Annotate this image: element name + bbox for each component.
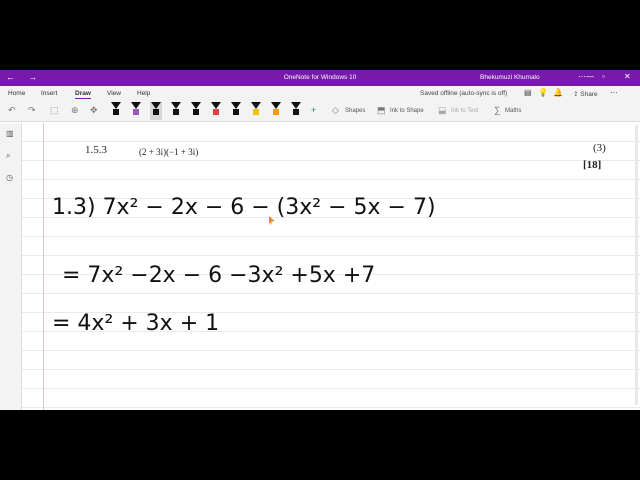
ink-line-2: = 7x² −2x − 6 −3x² +5x +7 — [62, 263, 376, 288]
highlighter-yellow[interactable] — [250, 102, 262, 120]
pen-color-swatch — [153, 109, 159, 115]
redo-icon[interactable]: ↷ — [28, 105, 36, 115]
onenote-window: ← → OneNote for Windows 10 Bhekumuzi Khu… — [0, 70, 640, 410]
note-page[interactable]: 1.5.3 (2 + 3i)(−1 + 3i) (3) [18] 1.3) 7x… — [22, 123, 640, 410]
navigation-sidebar: ▥ ⌕ ◷ — [0, 123, 22, 410]
lightbulb-icon[interactable]: 💡 — [538, 88, 548, 97]
shapes-icon[interactable]: ◇ — [332, 105, 339, 115]
margin-line — [43, 123, 44, 410]
pan-icon[interactable]: ✥ — [90, 105, 98, 115]
maths-icon[interactable]: ∑ — [494, 105, 500, 115]
add-space-icon[interactable]: ⊕ — [71, 105, 79, 115]
pen-color-swatch — [273, 109, 279, 115]
pen-red[interactable] — [210, 102, 222, 120]
total-marks: [18] — [583, 159, 602, 171]
pen-black-3[interactable] — [190, 102, 202, 120]
pen-black-2[interactable] — [170, 102, 182, 120]
pen-color-swatch — [173, 109, 179, 115]
marks-label: (3) — [593, 142, 606, 154]
pen-black-selected[interactable] — [150, 102, 162, 120]
pen-color-swatch — [133, 109, 139, 115]
ink-to-shape-label[interactable]: Ink to Shape — [390, 108, 424, 114]
save-status: Saved offline (auto-sync is off) — [420, 90, 508, 97]
pen-black[interactable] — [110, 102, 122, 120]
menu-insert[interactable]: Insert — [41, 90, 57, 97]
ink-to-text-label: Ink to Text — [451, 108, 479, 114]
notebooks-icon[interactable]: ▥ — [6, 129, 14, 138]
draw-toolbar: ↶ ↷ ⬚ ⊕ ✥ + ◇ Shapes ⬒ Ink to Shape ⬓ In… — [0, 100, 640, 122]
lasso-select-icon[interactable]: ⬚ — [50, 105, 59, 115]
menu-bar: Home Insert Draw View Help Saved offline… — [0, 86, 640, 100]
pen-purple[interactable] — [130, 102, 142, 120]
pen-color-swatch — [253, 109, 259, 115]
ink-to-text-icon: ⬓ — [438, 105, 447, 115]
ink-to-shape-icon[interactable]: ⬒ — [377, 105, 386, 115]
minimize-icon[interactable]: — — [586, 72, 594, 82]
pen-color-swatch — [233, 109, 239, 115]
ink-line-1: 1.3) 7x² − 2x − 6 − (3x² − 5x − 7) — [52, 195, 436, 220]
notebook-icon[interactable]: ▤ — [524, 88, 532, 97]
add-pen-icon[interactable]: + — [311, 105, 316, 115]
highlighter-orange[interactable] — [270, 102, 282, 120]
title-bar: ← → OneNote for Windows 10 Bhekumuzi Khu… — [0, 70, 640, 86]
question-number: 1.5.3 — [85, 144, 107, 156]
share-label: Share — [580, 91, 598, 98]
pen-color-swatch — [193, 109, 199, 115]
menu-draw[interactable]: Draw — [75, 90, 91, 99]
window-title: OneNote for Windows 10 — [283, 74, 357, 81]
user-name[interactable]: Bhekumuzi Khumalo — [480, 74, 540, 81]
menu-home[interactable]: Home — [8, 90, 25, 97]
close-icon[interactable]: ✕ — [624, 72, 631, 82]
pen-black-5[interactable] — [290, 102, 302, 120]
pen-color-swatch — [113, 109, 119, 115]
shapes-label[interactable]: Shapes — [345, 108, 365, 114]
pen-black-4[interactable] — [230, 102, 242, 120]
bell-icon[interactable]: 🔔 — [553, 88, 563, 97]
menu-view[interactable]: View — [107, 90, 121, 97]
search-icon[interactable]: ⌕ — [6, 151, 10, 161]
ink-line-3: = 4x² + 3x + 1 — [52, 311, 220, 336]
vertical-scrollbar[interactable] — [635, 125, 638, 405]
menu-help[interactable]: Help — [137, 90, 150, 97]
question-expression: (2 + 3i)(−1 + 3i) — [139, 147, 199, 157]
pen-color-swatch — [213, 109, 219, 115]
pen-color-swatch — [293, 109, 299, 115]
undo-icon[interactable]: ↶ — [8, 105, 16, 115]
recent-icon[interactable]: ◷ — [6, 173, 13, 182]
more-options-icon[interactable]: ⋯ — [578, 72, 586, 82]
share-button[interactable]: ⇪ Share — [573, 90, 598, 98]
maths-label[interactable]: Maths — [505, 108, 521, 114]
maximize-icon[interactable]: ▫ — [602, 72, 605, 82]
more-icon[interactable]: ⋯ — [610, 88, 618, 97]
